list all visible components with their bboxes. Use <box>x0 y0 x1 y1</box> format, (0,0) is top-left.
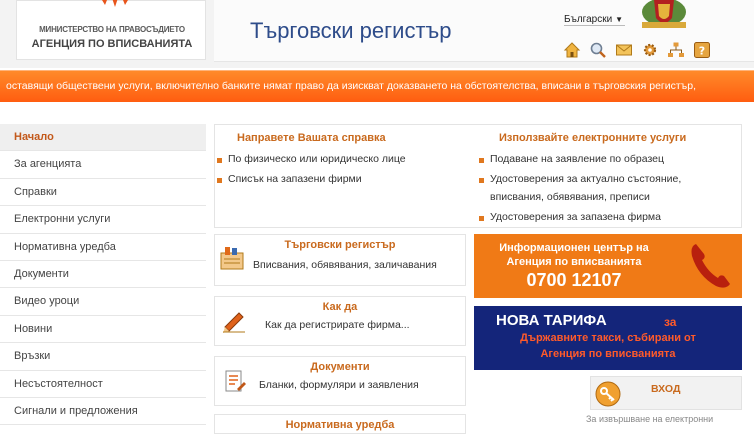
bullet-icon <box>479 216 484 221</box>
settings-icon[interactable] <box>640 40 660 60</box>
card-title: Нормативна уредба <box>285 419 395 431</box>
eservices-title: Използвайте електронните услуги <box>499 132 687 144</box>
register-icon <box>220 247 244 270</box>
card-title: Търговски регистър <box>284 239 396 251</box>
card-subtitle: Как да регистрирате фирма... <box>265 319 410 331</box>
sidebar-item-video-lessons[interactable]: Видео уроци <box>0 288 206 316</box>
sidebar-item-insolvency[interactable]: Несъстоятелност <box>0 371 206 398</box>
card-commercial-register[interactable]: Търговски регистър Вписвания, обявявания… <box>214 234 466 286</box>
quick-links-box: Направете Вашата справка По физическо ил… <box>214 124 742 228</box>
new-tariff-banner[interactable]: НОВА ТАРИФА за Държавните такси, събиран… <box>474 306 742 370</box>
bullet-icon <box>479 158 484 163</box>
sidebar-item-links[interactable]: Връзки <box>0 343 206 371</box>
eservice-reserved-firm-cert[interactable]: Удостоверения за запазена фирма <box>479 211 661 223</box>
coat-of-arms-icon <box>642 0 686 28</box>
phone-icon <box>691 244 730 288</box>
language-value: Български <box>564 14 613 25</box>
inquiry-link-reserved-firms[interactable]: Списък на запазени фирми <box>217 173 362 185</box>
agency-logo[interactable]: МИНИСТЕРСТВО НА ПРАВОСЪДИЕТО АГЕНЦИЯ ПО … <box>16 0 206 60</box>
svg-text:?: ? <box>699 45 705 58</box>
login-button[interactable]: ВХОД <box>590 376 742 410</box>
inquiry-link-person[interactable]: По физическо или юридическо лице <box>217 153 406 165</box>
info-line1: Информационен център на <box>499 242 649 254</box>
toolbar: ? <box>562 40 712 60</box>
sidebar-item-inquiries[interactable]: Справки <box>0 179 206 207</box>
sidebar-item-feedback[interactable]: Сигнали и предложения <box>0 398 206 426</box>
main-content: Направете Вашата справка По физическо ил… <box>214 124 754 434</box>
help-icon[interactable]: ? <box>692 40 712 60</box>
key-icon <box>595 381 621 407</box>
info-phone: 0700 12107 <box>526 270 622 290</box>
sidebar-item-eservices[interactable]: Електронни услуги <box>0 206 206 234</box>
document-icon <box>225 370 246 392</box>
tariff-line2: Държавните такси, събирани от <box>520 332 696 344</box>
chevron-down-icon: ▼ <box>615 15 624 24</box>
news-ticker: оставящи обществени услуги, включително … <box>0 70 754 102</box>
agency-emblem-icon <box>102 0 128 7</box>
tariff-line3: Агенция по вписванията <box>540 348 676 360</box>
ministry-name: МИНИСТЕРСТВО НА ПРАВОСЪДИЕТО <box>39 25 185 34</box>
info-line2: Агенция по вписванията <box>506 256 642 268</box>
home-icon[interactable] <box>562 40 582 60</box>
card-legislation[interactable]: Нормативна уредба <box>214 414 466 434</box>
sidebar-item-about[interactable]: За агенцията <box>0 151 206 179</box>
site-title: Търговски регистър <box>250 18 452 43</box>
card-subtitle: Вписвания, обявявания, заличавания <box>253 259 437 271</box>
ticker-text: оставящи обществени услуги, включително … <box>6 80 696 92</box>
inquiry-title: Направете Вашата справка <box>237 132 386 144</box>
tariff-za: за <box>664 315 677 329</box>
bullet-icon <box>217 178 222 183</box>
card-title: Документи <box>310 361 370 373</box>
sidebar-item-news[interactable]: Новини <box>0 316 206 344</box>
info-center-banner[interactable]: Информационен център на Агенция по вписв… <box>474 234 742 298</box>
login-note: За извършване на електронни <box>586 414 714 424</box>
card-documents[interactable]: Документи Бланки, формуляри и заявления <box>214 356 466 406</box>
eservice-submit-application[interactable]: Подаване на заявление по образец <box>479 153 664 165</box>
sidebar-nav: Начало За агенцията Справки Електронни у… <box>0 124 206 426</box>
login-title: ВХОД <box>651 383 681 395</box>
tariff-main: НОВА ТАРИФА <box>496 312 607 329</box>
mail-icon[interactable] <box>614 40 634 60</box>
sidebar-item-documents[interactable]: Документи <box>0 261 206 289</box>
eservice-certificates-cont[interactable]: вписвания, обявявания, преписи <box>490 191 650 203</box>
card-how-to[interactable]: Как да Как да регистрирате фирма... <box>214 296 466 346</box>
eservice-certificates[interactable]: Удостоверения за актуално състояние, <box>479 173 681 185</box>
search-icon[interactable] <box>588 40 608 60</box>
pencil-icon <box>223 312 245 333</box>
bullet-icon <box>217 158 222 163</box>
sidebar-item-legislation[interactable]: Нормативна уредба <box>0 234 206 261</box>
card-title: Как да <box>322 301 358 313</box>
header: МИНИСТЕРСТВО НА ПРАВОСЪДИЕТО АГЕНЦИЯ ПО … <box>0 0 754 68</box>
sitemap-icon[interactable] <box>666 40 686 60</box>
agency-name: АГЕНЦИЯ ПО ВПИСВАНИЯТА <box>31 38 193 50</box>
sidebar-item-home[interactable]: Начало <box>0 124 206 152</box>
language-select[interactable]: Български ▼ <box>564 14 626 26</box>
bullet-icon <box>479 178 484 183</box>
card-subtitle: Бланки, формуляри и заявления <box>259 379 419 391</box>
